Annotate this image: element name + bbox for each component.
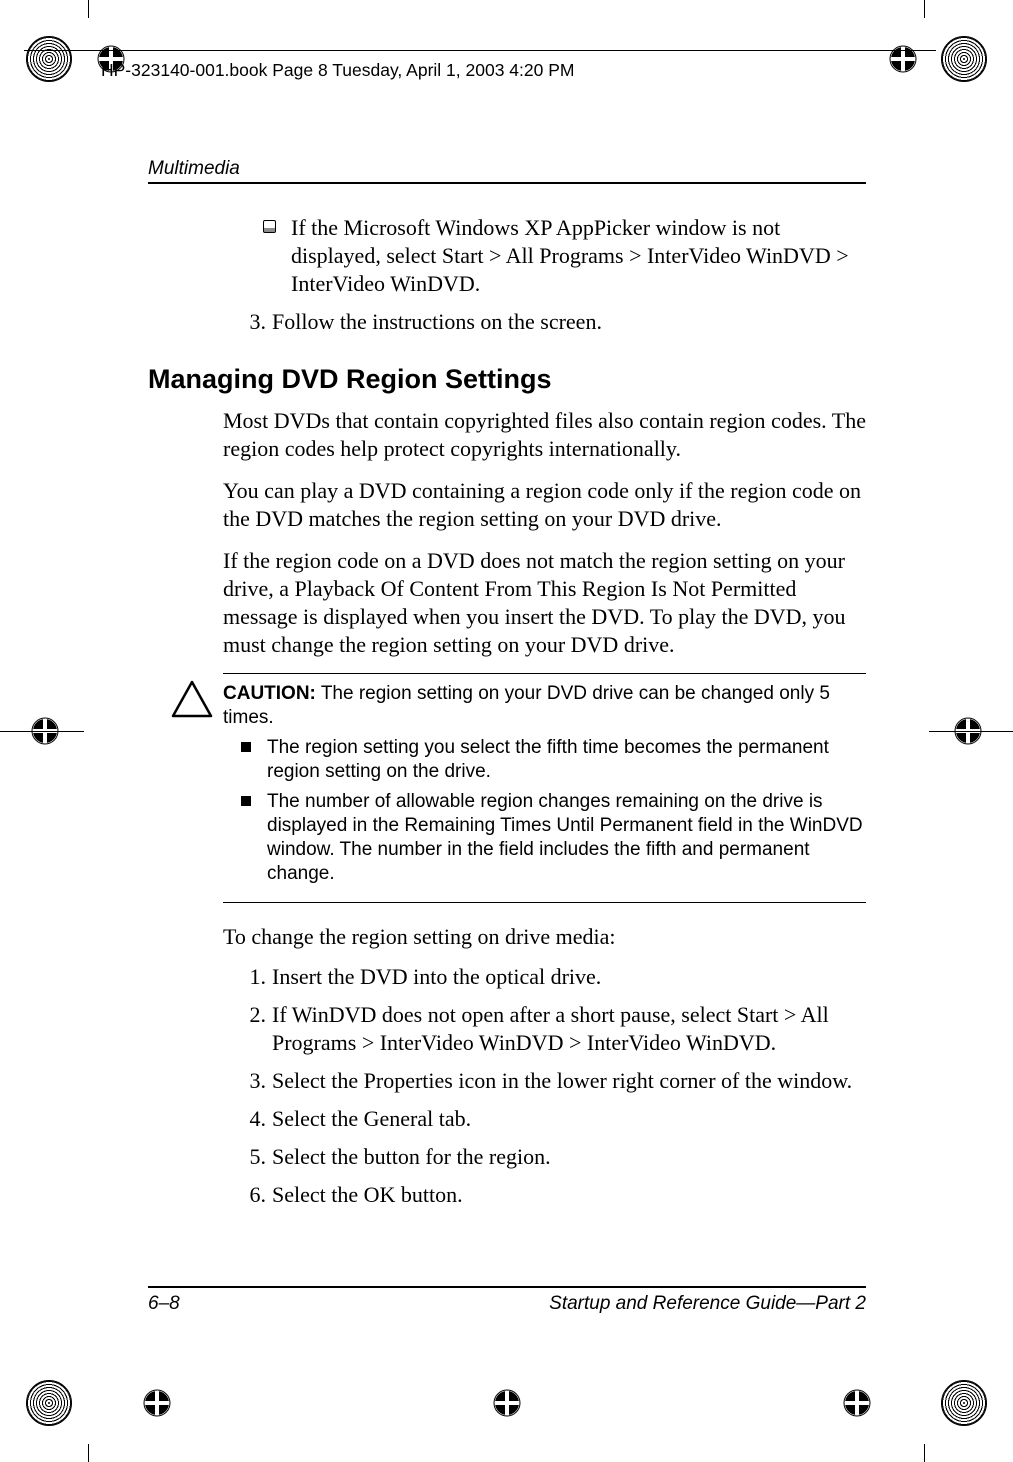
section-heading: Managing DVD Region Settings (148, 364, 866, 395)
footer-rule (148, 1286, 866, 1288)
filled-square-icon (241, 742, 251, 752)
footer-guide-title: Startup and Reference Guide—Part 2 (549, 1293, 866, 1315)
step-3: 3. Select the Properties icon in the low… (238, 1067, 866, 1095)
step-text: Select the button for the region. (272, 1143, 551, 1171)
step-number: 4. (238, 1105, 272, 1133)
step-number: 3. (238, 308, 272, 336)
step-text: Select the Properties icon in the lower … (272, 1067, 852, 1095)
running-head-rule (148, 182, 866, 184)
caution-box: CAUTION: The region setting on your DVD … (223, 673, 866, 903)
caution-label: CAUTION: (223, 683, 316, 704)
step-text: Follow the instructions on the screen. (272, 308, 602, 336)
caution-bullet-2: The number of allowable region changes r… (223, 790, 866, 886)
step-text: If WinDVD does not open after a short pa… (272, 1001, 866, 1057)
step-2: 2. If WinDVD does not open after a short… (238, 1001, 866, 1057)
step-number: 3. (238, 1067, 272, 1095)
frame-header-text: HP-323140-001.book Page 8 Tuesday, April… (101, 60, 574, 80)
caution-bullet-1-text: The region setting you select the fifth … (267, 736, 866, 784)
step-number: 5. (238, 1143, 272, 1171)
step-text: Insert the DVD into the optical drive. (272, 963, 601, 991)
crop-rosette-bl (26, 1380, 72, 1426)
page-frame: HP-323140-001.book Page 8 Tuesday, April… (88, 18, 926, 1443)
step-6: 6. Select the OK button. (238, 1181, 866, 1209)
caution-triangle-icon (171, 680, 213, 718)
continued-step-3: 3. Follow the instructions on the screen… (238, 308, 866, 336)
paragraph-3: If the region code on a DVD does not mat… (223, 547, 866, 659)
step-text: Select the General tab. (272, 1105, 471, 1133)
step-text: Select the OK button. (272, 1181, 463, 1209)
caution-bullet-2-text: The number of allowable region changes r… (267, 790, 866, 886)
page-number: 6–8 (148, 1293, 180, 1315)
step-4: 4. Select the General tab. (238, 1105, 866, 1133)
step-1: 1. Insert the DVD into the optical drive… (238, 963, 866, 991)
crop-rosette-tr (941, 36, 987, 82)
sub-bullet-apppicker: If the Microsoft Windows XP AppPicker wi… (263, 214, 866, 298)
sub-bullet-text: If the Microsoft Windows XP AppPicker wi… (291, 214, 866, 298)
step-number: 6. (238, 1181, 272, 1209)
change-lead: To change the region setting on drive me… (223, 923, 866, 951)
hollow-square-icon (263, 220, 276, 233)
crop-rosette-br (941, 1380, 987, 1426)
paragraph-2: You can play a DVD containing a region c… (223, 477, 866, 533)
filled-square-icon (241, 796, 251, 806)
frame-maker-header: HP-323140-001.book Page 8 Tuesday, April… (101, 60, 574, 81)
step-5: 5. Select the button for the region. (238, 1143, 866, 1171)
step-number: 2. (238, 1001, 272, 1057)
crop-rosette-tl (26, 36, 72, 82)
paragraph-1: Most DVDs that contain copyrighted files… (223, 407, 866, 463)
running-head: Multimedia (148, 158, 866, 182)
caution-bullet-1: The region setting you select the fifth … (223, 736, 866, 784)
step-number: 1. (238, 963, 272, 991)
